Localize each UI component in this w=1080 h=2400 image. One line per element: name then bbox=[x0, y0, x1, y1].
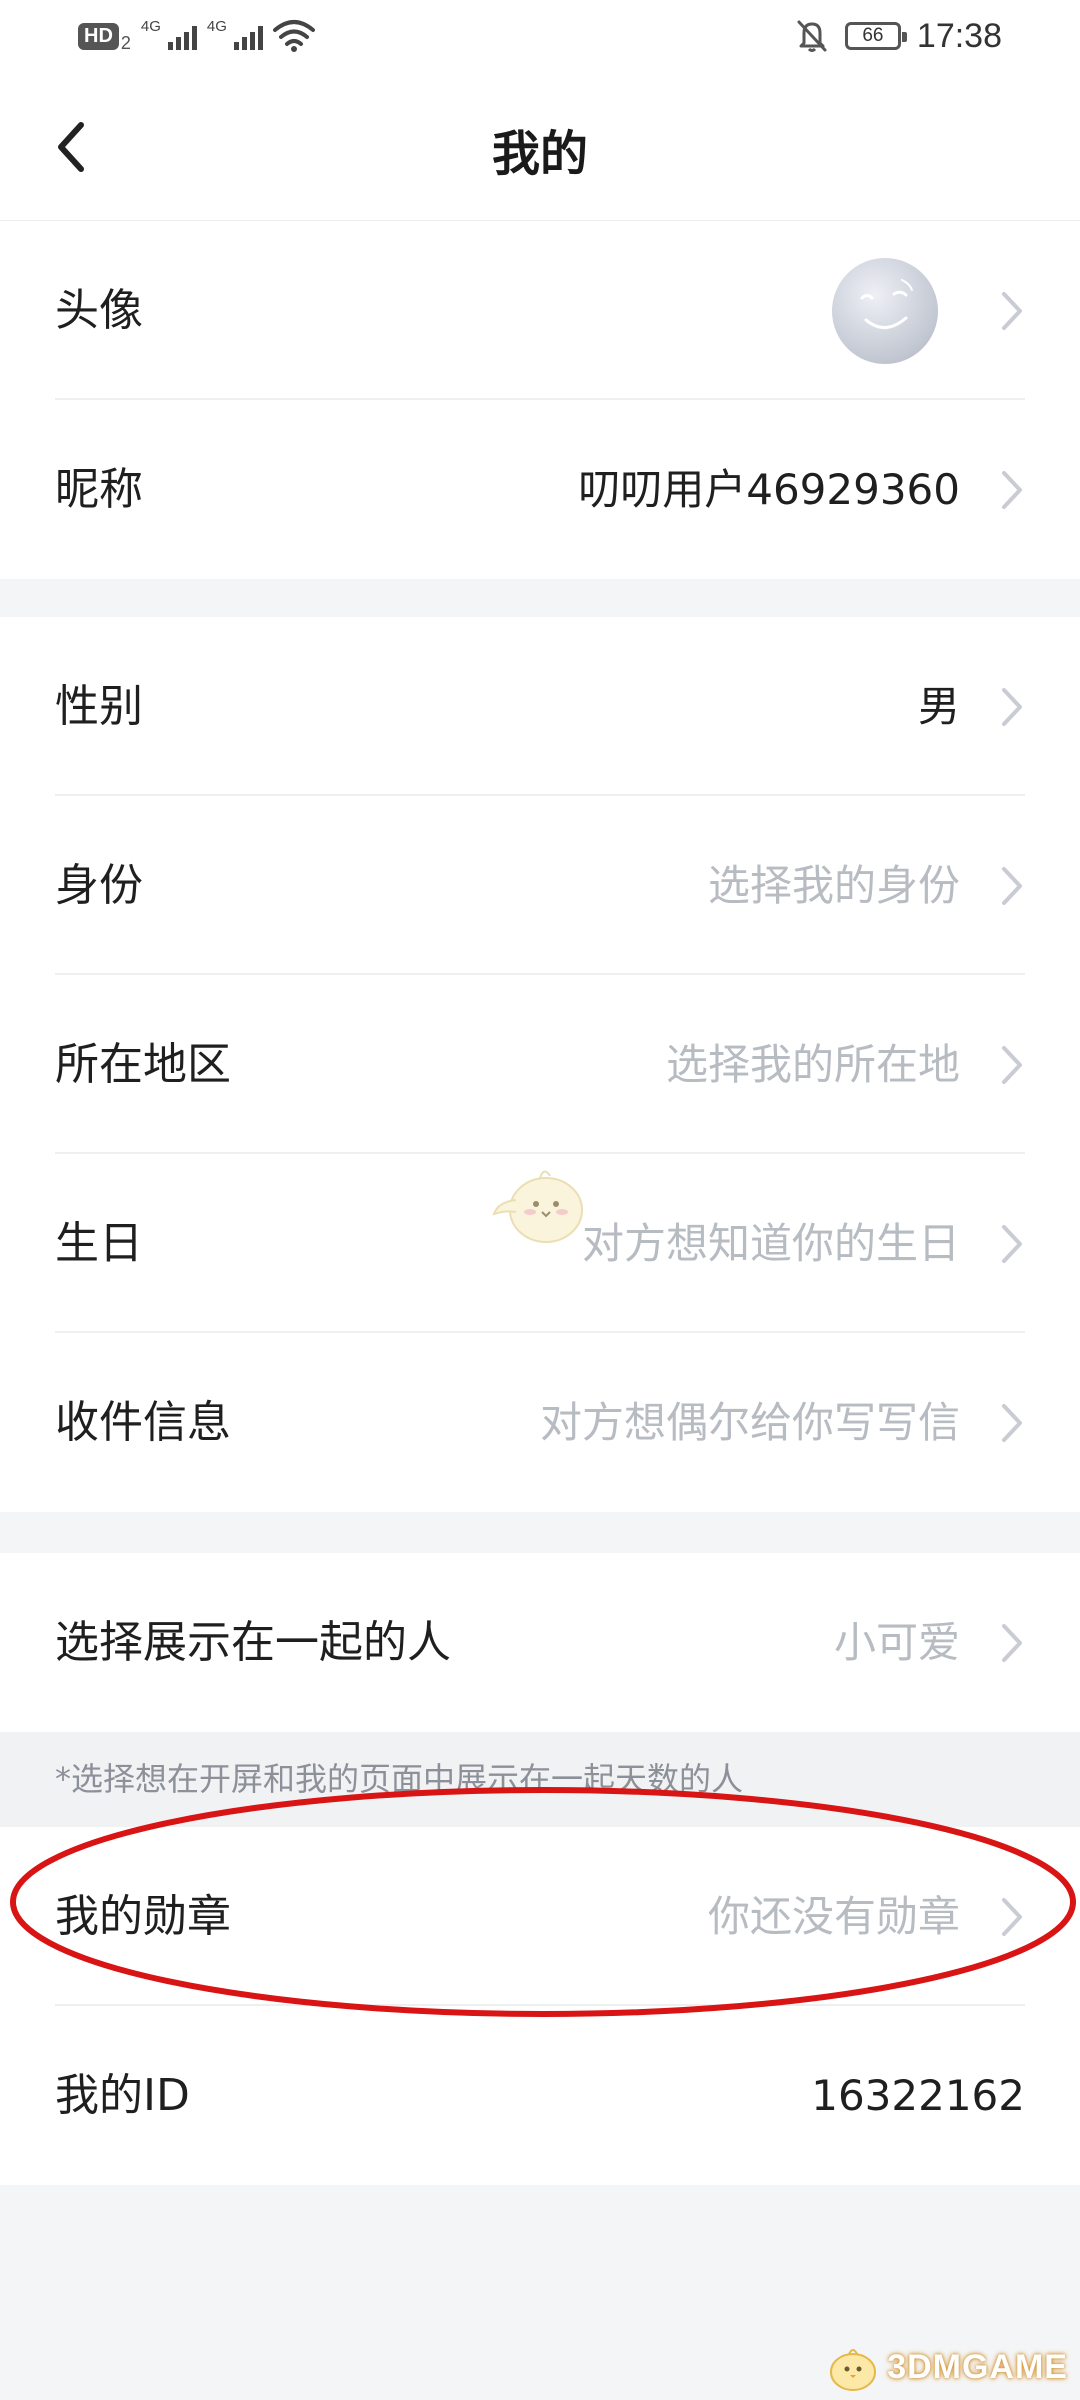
battery-icon: 66 bbox=[844, 22, 907, 50]
nickname-label: 昵称 bbox=[55, 464, 143, 515]
status-bar-right: 66 17:38 bbox=[795, 14, 1002, 58]
avatar-face-icon bbox=[860, 279, 913, 329]
region-placeholder: 选择我的所在地 bbox=[665, 1040, 960, 1089]
bell-muted-icon bbox=[797, 20, 827, 52]
together-hint-text: *选择想在开屏和我的页面中展示在一起天数的人 bbox=[55, 1760, 744, 1798]
together-value: 小可爱 bbox=[833, 1618, 960, 1667]
battery-level: 66 bbox=[862, 25, 884, 46]
signal-strength-icon: 4G bbox=[141, 18, 197, 54]
gender-label: 性别 bbox=[55, 681, 143, 732]
page-title: 我的 bbox=[491, 126, 588, 182]
avatar-row[interactable]: 头像 bbox=[0, 221, 1080, 400]
chevron-right-icon bbox=[1002, 471, 1022, 509]
signal-strength-icon: 4G bbox=[207, 18, 263, 54]
badges-label: 我的勋章 bbox=[55, 1891, 231, 1942]
page-header: 我的 bbox=[0, 72, 1080, 221]
signal-network-type: 4G bbox=[206, 18, 227, 35]
together-hint: *选择想在开屏和我的页面中展示在一起天数的人 bbox=[0, 1732, 1080, 1827]
together-label: 选择展示在一起的人 bbox=[55, 1617, 451, 1668]
details-card: 性别 男 身份 选择我的身份 所在地区 选择我的所在地 生日 对方想知道你的生日… bbox=[0, 617, 1080, 1512]
mascot-watermark-icon bbox=[492, 1170, 583, 1243]
chevron-right-icon bbox=[1002, 1046, 1022, 1084]
avatar-label: 头像 bbox=[55, 285, 143, 336]
together-card: 选择展示在一起的人 小可爱 bbox=[0, 1553, 1080, 1732]
region-row[interactable]: 所在地区 选择我的所在地 bbox=[0, 975, 1080, 1154]
address-row[interactable]: 收件信息 对方想偶尔给你写写信 bbox=[0, 1333, 1080, 1512]
chevron-right-icon bbox=[1002, 1898, 1022, 1936]
chick-logo-icon bbox=[830, 2349, 877, 2391]
user-id-label: 我的ID bbox=[55, 2070, 190, 2121]
hd-voice-sim-number: 2 bbox=[120, 32, 131, 53]
birthday-label: 生日 bbox=[55, 1218, 143, 1269]
chevron-right-icon bbox=[1002, 867, 1022, 905]
chevron-right-icon bbox=[1002, 1225, 1022, 1263]
profile-card: 头像 昵称 叨叨用户46929360 bbox=[0, 221, 1080, 579]
signal-network-type: 4G bbox=[140, 18, 161, 35]
chevron-right-icon bbox=[1002, 1624, 1022, 1662]
chevron-right-icon bbox=[1002, 292, 1022, 330]
status-time: 17:38 bbox=[916, 16, 1002, 55]
chevron-right-icon bbox=[1002, 688, 1022, 726]
identity-label: 身份 bbox=[55, 860, 143, 911]
nickname-value: 叨叨用户46929360 bbox=[578, 465, 960, 514]
status-bar: HD 2 4G 4G 66 17:38 bbox=[0, 0, 1080, 72]
identity-placeholder: 选择我的身份 bbox=[707, 861, 960, 910]
identity-row[interactable]: 身份 选择我的身份 bbox=[0, 796, 1080, 975]
wifi-icon bbox=[272, 20, 315, 52]
address-label: 收件信息 bbox=[55, 1397, 231, 1448]
status-bar-left: HD 2 4G 4G bbox=[78, 16, 315, 56]
user-id-row[interactable]: 我的ID 16322162 bbox=[0, 2006, 1080, 2185]
gender-value: 男 bbox=[917, 682, 960, 731]
watermark-text: 3DMGAME bbox=[887, 2347, 1068, 2386]
together-row[interactable]: 选择展示在一起的人 小可爱 bbox=[0, 1553, 1080, 1732]
account-card: 我的勋章 你还没有勋章 我的ID 16322162 bbox=[0, 1827, 1080, 2185]
region-label: 所在地区 bbox=[55, 1039, 231, 1090]
watermark: 3DMGAME bbox=[825, 2342, 1068, 2392]
gender-row[interactable]: 性别 男 bbox=[0, 617, 1080, 796]
address-placeholder: 对方想偶尔给你写写信 bbox=[539, 1398, 960, 1447]
nickname-row[interactable]: 昵称 叨叨用户46929360 bbox=[0, 400, 1080, 579]
avatar[interactable] bbox=[832, 258, 938, 364]
user-id-value: 16322162 bbox=[811, 2071, 1025, 2120]
chevron-right-icon bbox=[1002, 1404, 1022, 1442]
hd-voice-icon: HD bbox=[78, 22, 119, 50]
badges-placeholder: 你还没有勋章 bbox=[707, 1892, 960, 1941]
birthday-placeholder: 对方想知道你的生日 bbox=[581, 1219, 960, 1268]
badges-row[interactable]: 我的勋章 你还没有勋章 bbox=[0, 1827, 1080, 2006]
